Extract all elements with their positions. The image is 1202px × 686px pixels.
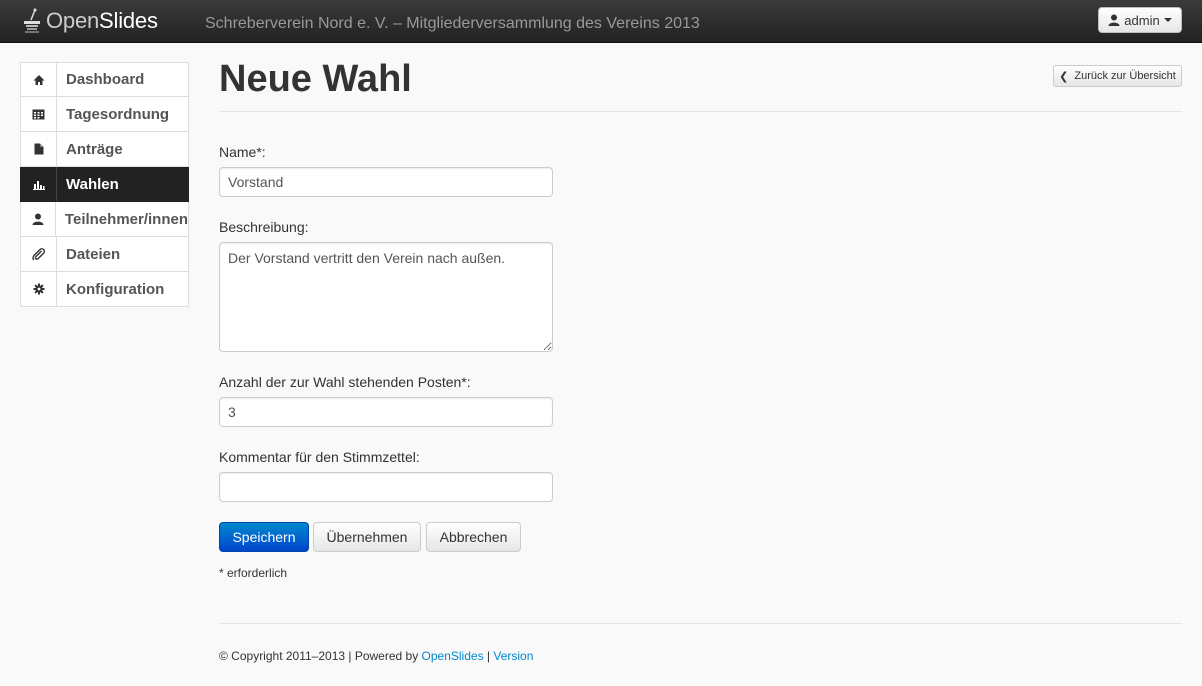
sidebar-nav: Dashboard Tagesordnung Anträge Wahlen Te… [20,62,189,307]
page-title: Neue Wahl [219,58,412,100]
name-input[interactable] [219,167,553,197]
title-divider [219,111,1182,112]
footer-divider [219,623,1182,624]
top-navbar: OpenSlides Schreberverein Nord e. V. – M… [0,0,1202,43]
posts-input[interactable] [219,397,553,427]
sidebar-item-participants[interactable]: Teilnehmer/innen [20,202,189,237]
event-title: Schreberverein Nord e. V. – Mitgliederve… [205,15,700,32]
sidebar-item-configuration[interactable]: Konfiguration [20,272,189,307]
bar-chart-icon [21,167,57,201]
sidebar-item-label: Tagesordnung [66,105,170,123]
sidebar-item-label: Konfiguration [66,280,165,298]
calendar-icon [21,97,57,131]
home-icon [21,63,57,96]
cog-icon [21,272,57,306]
back-button-label: Zurück zur Übersicht [1074,70,1176,82]
description-label: Beschreibung: [219,219,309,235]
podium-icon [24,8,40,33]
ballot-comment-input[interactable] [219,472,553,502]
logo-text-light: Open [46,8,100,33]
sidebar-item-motions[interactable]: Anträge [20,132,189,167]
sidebar-item-elections[interactable]: Wahlen [20,167,189,202]
copyright-text: © Copyright 2011–2013 | Powered by [219,649,422,663]
sidebar-item-label: Anträge [66,140,123,158]
version-link[interactable]: Version [493,649,533,663]
footer: © Copyright 2011–2013 | Powered by OpenS… [219,649,533,663]
sidebar-item-dashboard[interactable]: Dashboard [20,62,189,97]
chevron-left-icon: ❮ [1059,70,1069,83]
openslides-link[interactable]: OpenSlides [422,649,484,663]
save-button[interactable]: Speichern [219,522,309,552]
sidebar-item-label: Dateien [66,245,121,263]
logo-text-bold: Slides [99,8,158,33]
back-to-overview-button[interactable]: ❮ Zurück zur Übersicht [1053,65,1182,87]
apply-button[interactable]: Übernehmen [313,522,421,552]
user-menu-button[interactable]: admin [1098,7,1182,33]
footer-separator: | [483,649,494,663]
file-icon [21,132,57,166]
sidebar-item-label: Teilnehmer/innen [64,210,188,228]
sidebar-item-label: Wahlen [66,175,119,193]
sidebar-item-files[interactable]: Dateien [20,237,189,272]
user-icon [21,202,56,236]
sidebar-item-label: Dashboard [66,71,145,88]
posts-label: Anzahl der zur Wahl stehenden Posten*: [219,374,471,390]
openslides-logo[interactable]: OpenSlides [22,6,158,36]
user-name: admin [1124,12,1160,28]
sidebar-item-agenda[interactable]: Tagesordnung [20,97,189,132]
user-icon [1108,14,1120,26]
ballot-comment-label: Kommentar für den Stimmzettel: [219,449,420,465]
description-textarea[interactable]: Der Vorstand vertritt den Verein nach au… [219,242,553,352]
cancel-button[interactable]: Abbrechen [426,522,521,552]
caret-down-icon [1163,18,1172,22]
name-label: Name*: [219,144,266,160]
required-note: * erforderlich [219,566,288,580]
paperclip-icon [21,237,57,271]
